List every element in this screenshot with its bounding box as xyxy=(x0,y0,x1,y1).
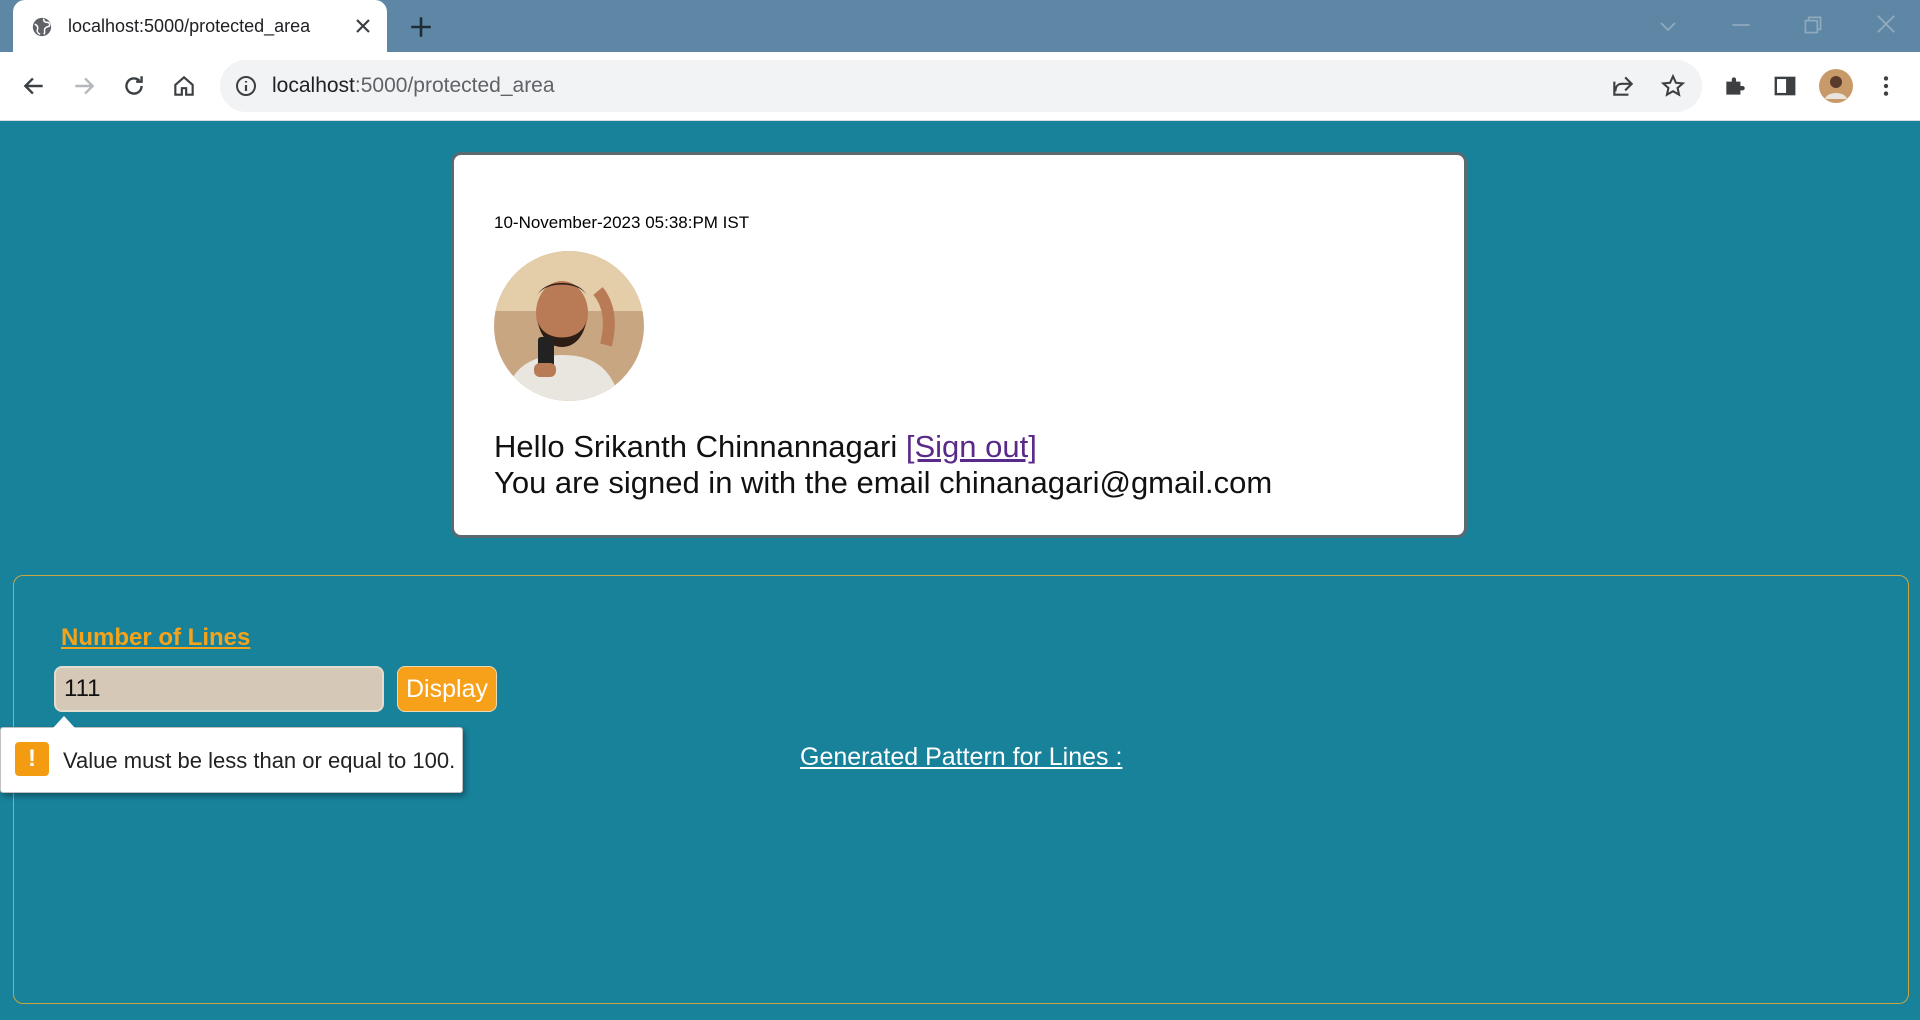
browser-tab[interactable]: localhost:5000/protected_area xyxy=(13,0,387,52)
url-path: :5000/protected_area xyxy=(354,74,555,97)
sign-out-link[interactable]: [Sign out] xyxy=(906,429,1037,464)
tab-search-icon[interactable] xyxy=(1656,14,1680,38)
side-panel-button[interactable] xyxy=(1767,68,1803,104)
share-icon[interactable] xyxy=(1610,73,1636,99)
reload-button[interactable] xyxy=(116,68,152,104)
display-button[interactable]: Display xyxy=(397,666,497,712)
close-window-icon[interactable] xyxy=(1872,10,1900,38)
browser-toolbar: localhost:5000/protected_area xyxy=(0,52,1920,121)
restore-icon[interactable] xyxy=(1800,12,1826,38)
url-host: localhost xyxy=(272,74,355,97)
kebab-menu-icon xyxy=(1883,76,1889,96)
timestamp: 10-November-2023 05:38:PM IST xyxy=(494,213,750,232)
user-card: 10-November-2023 05:38:PM IST Hello Srik… xyxy=(451,152,1467,538)
back-button[interactable] xyxy=(16,68,52,104)
tab-title: localhost:5000/protected_area xyxy=(68,16,311,36)
greeting: Hello Srikanth Chinnannagari [Sign out] xyxy=(494,429,1037,465)
globe-icon xyxy=(32,17,52,37)
minimize-icon[interactable] xyxy=(1728,12,1754,38)
reload-icon xyxy=(125,76,143,95)
signed-in-email: You are signed in with the email chinana… xyxy=(494,465,1273,500)
home-button[interactable] xyxy=(166,68,202,104)
validation-message: Value must be less than or equal to 100. xyxy=(63,748,456,773)
bookmark-star-icon[interactable] xyxy=(1660,73,1686,99)
info-icon[interactable] xyxy=(234,74,258,98)
arrow-left-icon xyxy=(23,77,43,95)
number-of-lines-label: Number of Lines xyxy=(61,624,251,651)
url-text[interactable]: localhost:5000/protected_area xyxy=(272,74,555,98)
close-tab-icon[interactable] xyxy=(351,14,375,38)
profile-avatar-icon xyxy=(1819,69,1853,103)
tab-strip: localhost:5000/protected_area xyxy=(0,0,1920,52)
generated-pattern-heading: Generated Pattern for Lines : xyxy=(800,743,1123,771)
extensions-button[interactable] xyxy=(1717,68,1753,104)
number-of-lines-input[interactable]: 111 xyxy=(54,666,384,712)
profile-button[interactable] xyxy=(1818,68,1854,104)
arrow-right-icon xyxy=(75,77,95,95)
side-panel-icon xyxy=(1774,76,1796,96)
puzzle-icon xyxy=(1726,77,1745,95)
address-bar[interactable]: localhost:5000/protected_area xyxy=(220,60,1702,112)
menu-button[interactable] xyxy=(1868,68,1904,104)
validation-tooltip: ! Value must be less than or equal to 10… xyxy=(0,716,463,793)
forward-button[interactable] xyxy=(66,68,102,104)
warning-icon: ! xyxy=(15,742,49,776)
user-photo xyxy=(494,251,644,401)
home-icon xyxy=(174,75,194,96)
greeting-text: Hello Srikanth Chinnannagari xyxy=(494,429,906,464)
avatar xyxy=(494,251,644,401)
new-tab-icon[interactable] xyxy=(408,14,434,40)
